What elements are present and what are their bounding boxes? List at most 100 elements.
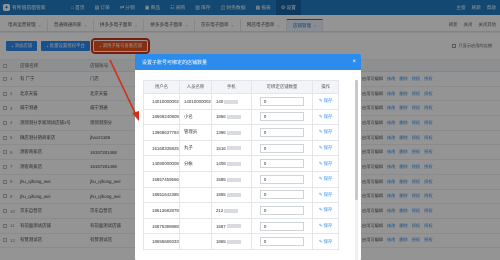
- person-name-cell: [178, 170, 212, 188]
- quantity-cell: 0: [250, 108, 314, 126]
- phone-text: 1396: [215, 129, 226, 135]
- action-cell: ✎ 保存: [312, 186, 339, 204]
- column-person-name: 人员名称: [178, 80, 212, 94]
- username-cell: 13968637784: [143, 124, 180, 141]
- save-button[interactable]: ✎ 保存: [319, 145, 332, 151]
- shop-quantity-input[interactable]: 0: [259, 221, 304, 231]
- phone-text: 1865: [215, 192, 226, 198]
- person-name-cell: [178, 217, 212, 235]
- save-label: 保存: [323, 191, 333, 197]
- phone-cell: 1865: [210, 186, 252, 204]
- column-shop-quantity: 可绑定店铺数量: [250, 80, 314, 94]
- save-button[interactable]: ✎ 保存: [319, 161, 332, 167]
- save-label: 保存: [323, 238, 333, 244]
- save-label: 保存: [323, 176, 333, 182]
- save-button[interactable]: ✎ 保存: [319, 129, 332, 135]
- person-name-cell: [178, 202, 212, 219]
- table-row: 15168335825 丸子 1516 0 ✎ 保存: [143, 139, 339, 157]
- shop-quantity-input[interactable]: 0: [259, 237, 304, 247]
- save-button[interactable]: ✎ 保存: [319, 239, 332, 245]
- shop-quantity-input[interactable]: 0: [259, 159, 304, 169]
- person-name-cell: 丸子: [178, 139, 212, 157]
- person-name-cell: 14010000002: [178, 93, 212, 110]
- action-cell: ✎ 保存: [312, 108, 339, 126]
- phone-text: 1587: [215, 223, 226, 229]
- quantity-cell: 0: [250, 124, 314, 141]
- username-cell: 14010000002: [143, 93, 180, 110]
- modal-header: 设置子账号可绑定的店铺数量 ×: [135, 54, 361, 70]
- username-cell: 18668240809: [143, 108, 180, 126]
- save-button[interactable]: ✎ 保存: [319, 98, 332, 104]
- username-cell: 15857459566: [143, 170, 180, 188]
- person-name-cell: [178, 186, 212, 204]
- phone-text: 1408: [215, 161, 226, 167]
- close-icon[interactable]: ×: [352, 59, 356, 65]
- person-name-cell: 管理员: [178, 124, 212, 141]
- edit-icon: ✎: [318, 191, 323, 197]
- masked-phone: [226, 130, 241, 135]
- person-name-cell: 小名: [178, 108, 212, 126]
- masked-phone: [224, 208, 239, 213]
- edit-icon: ✎: [318, 113, 323, 119]
- scrollbar-thumb[interactable]: [355, 80, 358, 200]
- phone-cell: 212: [210, 202, 252, 219]
- shop-quantity-input[interactable]: 0: [259, 143, 304, 153]
- save-button[interactable]: ✎ 保存: [319, 223, 332, 229]
- subaccount-table-header: 用户名 人员名称 手机 可绑定店铺数量 操作: [143, 80, 339, 94]
- quantity-cell: 0: [250, 217, 314, 235]
- shop-quantity-input[interactable]: 0: [259, 205, 304, 215]
- quantity-cell: 0: [250, 186, 314, 204]
- table-row: 18613682879 212 0 ✎ 保存: [143, 202, 339, 219]
- subaccount-table-body: 14010000002 14010000002 140 0 ✎ 保存 18668240809…: [143, 93, 339, 250]
- phone-cell: 1585: [210, 170, 252, 188]
- save-label: 保存: [323, 160, 333, 166]
- person-name-cell: 分帐: [178, 155, 212, 172]
- save-button[interactable]: ✎ 保存: [319, 114, 332, 120]
- edit-icon: ✎: [318, 238, 323, 244]
- table-row: 18655669333 1865 0 ✎ 保存: [143, 233, 339, 250]
- action-cell: ✎ 保存: [312, 155, 339, 172]
- phone-cell: 1396: [210, 124, 252, 141]
- shop-quantity-input[interactable]: 0: [259, 127, 304, 137]
- save-button[interactable]: ✎ 保存: [319, 207, 332, 213]
- save-label: 保存: [323, 223, 333, 229]
- masked-phone: [226, 162, 241, 167]
- phone-cell: 1408: [210, 155, 252, 172]
- username-cell: 15875399888: [143, 217, 180, 235]
- masked-phone: [226, 193, 241, 198]
- username-cell: 15168335825: [143, 139, 180, 157]
- save-button[interactable]: ✎ 保存: [319, 192, 332, 198]
- quantity-cell: 0: [250, 139, 314, 157]
- modal-scrollbar[interactable]: [355, 80, 358, 260]
- shop-quantity-input[interactable]: 0: [259, 96, 304, 106]
- column-action: 操作: [312, 80, 339, 94]
- username-cell: 18613682879: [143, 202, 180, 219]
- username-cell: 18651642385: [143, 186, 180, 204]
- action-cell: ✎ 保存: [312, 202, 339, 219]
- masked-phone: [226, 239, 241, 244]
- save-label: 保存: [323, 129, 333, 135]
- edit-icon: ✎: [318, 207, 323, 213]
- modal-body: 用户名 人员名称 手机 可绑定店铺数量 操作 14010000002 140100…: [135, 70, 361, 260]
- phone-cell: 1866: [210, 108, 252, 126]
- shop-quantity-input[interactable]: 0: [259, 112, 304, 122]
- subaccount-table: 用户名 人员名称 手机 可绑定店铺数量 操作 14010000002 140100…: [143, 80, 339, 250]
- username-cell: 14080000009: [143, 155, 180, 172]
- action-cell: ✎ 保存: [312, 139, 339, 157]
- save-label: 保存: [323, 98, 333, 104]
- table-row: 18651642385 1865 0 ✎ 保存: [143, 186, 339, 204]
- masked-phone: [226, 177, 241, 182]
- quantity-cell: 0: [250, 170, 314, 188]
- shop-quantity-input[interactable]: 0: [259, 174, 304, 184]
- username-cell: 18655669333: [143, 233, 180, 250]
- phone-text: 140: [215, 98, 224, 104]
- phone-text: 1516: [215, 145, 226, 151]
- save-button[interactable]: ✎ 保存: [319, 176, 332, 182]
- quantity-cell: 0: [250, 93, 314, 110]
- person-name-cell: [178, 233, 212, 250]
- modal-title: 设置子账号可绑定的店铺数量: [142, 59, 208, 66]
- quantity-cell: 0: [250, 202, 314, 219]
- action-cell: ✎ 保存: [312, 170, 339, 188]
- shop-quantity-input[interactable]: 0: [259, 190, 304, 200]
- action-cell: ✎ 保存: [312, 233, 339, 250]
